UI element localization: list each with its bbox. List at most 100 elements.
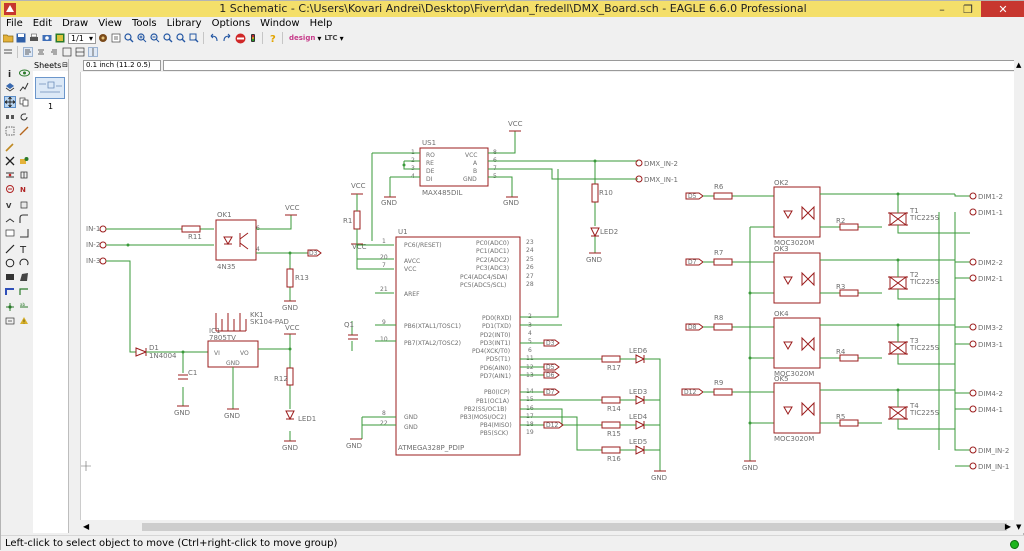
horizontal-scrollbar[interactable]: ◀ ▶ [80, 521, 1014, 533]
info-icon[interactable]: i [4, 67, 16, 79]
mirror-icon[interactable] [4, 111, 16, 123]
title-bar[interactable]: 1 Schematic - C:\Users\Kovari Andrei\Des… [1, 1, 1024, 17]
zoom-out-icon[interactable] [149, 32, 161, 44]
replace-icon[interactable] [4, 183, 16, 195]
value-icon[interactable]: V [4, 199, 16, 211]
maximize-button[interactable]: ❐ [955, 1, 981, 17]
pinswap-icon[interactable] [4, 169, 16, 181]
align-top-icon[interactable] [61, 46, 73, 58]
align-bottom-icon[interactable] [87, 46, 99, 58]
minimize-button[interactable]: – [929, 1, 955, 17]
bus-icon[interactable] [4, 285, 16, 297]
align-middle-icon[interactable] [74, 46, 86, 58]
t3-value: TIC225S [909, 344, 940, 352]
go-icon[interactable] [247, 32, 259, 44]
change-icon[interactable] [18, 125, 30, 137]
invoke-icon[interactable] [4, 227, 16, 239]
vertical-scrollbar[interactable]: ▲ ▼ [1014, 59, 1024, 533]
show-eye-icon[interactable] [18, 67, 30, 79]
command-line-input[interactable] [163, 60, 1021, 71]
menu-view[interactable]: View [93, 17, 127, 31]
display-layers-icon[interactable] [4, 81, 16, 93]
chevron-down-icon[interactable]: ▾ [340, 34, 344, 43]
cam-icon[interactable] [41, 32, 53, 44]
menu-options[interactable]: Options [207, 17, 256, 31]
close-button[interactable]: ✕ [981, 1, 1024, 17]
help-icon[interactable]: ? [267, 32, 279, 44]
add-icon[interactable] [18, 155, 30, 167]
name-icon[interactable]: N [18, 183, 30, 195]
ltc-spice-logo[interactable]: LTC [324, 34, 337, 42]
arc-icon[interactable] [18, 257, 30, 269]
scroll-down-icon[interactable]: ▼ [1016, 523, 1021, 531]
open-icon[interactable] [2, 32, 14, 44]
menu-library[interactable]: Library [162, 17, 207, 31]
schematic-drawing[interactable]: .w { stroke: #3a9a3a; stroke-width: 1; f… [81, 72, 1014, 520]
text-icon[interactable]: T [18, 243, 30, 255]
us1-pin-de: DE [426, 168, 435, 175]
align-right-icon[interactable] [48, 46, 60, 58]
net-icon[interactable] [18, 285, 30, 297]
align-left-icon[interactable] [22, 46, 34, 58]
schematic-canvas[interactable]: .w { stroke: #3a9a3a; stroke-width: 1; f… [80, 72, 1014, 520]
rect-icon[interactable] [4, 271, 16, 283]
copy-icon[interactable] [18, 96, 30, 108]
zoom-fit-icon[interactable] [123, 32, 135, 44]
scroll-up-icon[interactable]: ▲ [1016, 61, 1021, 69]
redo-icon[interactable] [221, 32, 233, 44]
sheet-thumbnail[interactable] [35, 77, 65, 99]
menu-help[interactable]: Help [305, 17, 338, 31]
zoom-select-icon[interactable] [175, 32, 187, 44]
us1-pin-b: B [473, 168, 477, 175]
script-icon[interactable] [110, 32, 122, 44]
stop-icon[interactable] [234, 32, 246, 44]
split-icon[interactable] [4, 213, 16, 225]
delete-icon[interactable] [4, 155, 16, 167]
undo-icon[interactable] [208, 32, 220, 44]
menu-window[interactable]: Window [255, 17, 304, 31]
move-icon[interactable] [4, 96, 16, 108]
pin-icon[interactable]: ⊟ [62, 61, 68, 69]
print-icon[interactable] [28, 32, 40, 44]
wire-icon[interactable] [4, 243, 16, 255]
layer-display-icon[interactable] [2, 46, 14, 58]
board-switch-icon[interactable] [54, 32, 66, 44]
rotate-icon[interactable] [18, 111, 30, 123]
circle-icon[interactable] [4, 257, 16, 269]
triac-t4 [888, 406, 908, 420]
attribute-icon[interactable] [4, 315, 16, 327]
sheet-select[interactable]: 1/1 ▾ [68, 32, 96, 44]
zoom-area-icon[interactable] [188, 32, 200, 44]
u1-num-10: 10 [380, 336, 388, 343]
smash-icon[interactable] [18, 199, 30, 211]
menu-draw[interactable]: Draw [57, 17, 93, 31]
design-link-logo[interactable]: design [289, 34, 315, 42]
menu-tools[interactable]: Tools [127, 17, 162, 31]
zoom-in-icon[interactable] [136, 32, 148, 44]
chevron-down-icon: ▾ [88, 33, 93, 43]
erc-icon[interactable]: ! [18, 315, 30, 327]
horizontal-scroll-thumb[interactable] [142, 523, 1007, 531]
menu-edit[interactable]: Edit [28, 17, 57, 31]
chevron-down-icon[interactable]: ▾ [317, 34, 321, 43]
dmx-label-2: DMX_IN-2 [644, 160, 678, 168]
u1-pin-pb2: PB2(SS/OC1B) [464, 406, 507, 413]
miter-icon[interactable] [18, 213, 30, 225]
junction-icon[interactable] [4, 301, 16, 313]
input-pad-1 [99, 225, 107, 233]
save-icon[interactable] [15, 32, 27, 44]
mark-icon[interactable] [18, 81, 30, 93]
gateswap-icon[interactable] [18, 169, 30, 181]
scroll-left-icon[interactable]: ◀ [83, 522, 89, 531]
polygon-icon[interactable] [18, 271, 30, 283]
scroll-right-icon[interactable]: ▶ [1005, 522, 1011, 531]
ulp-icon[interactable] [97, 32, 109, 44]
input-pad-2 [99, 241, 107, 249]
menu-file[interactable]: File [1, 17, 28, 31]
group-icon[interactable] [4, 125, 16, 137]
paste-icon[interactable] [4, 141, 16, 153]
label-icon[interactable]: ab [18, 301, 30, 313]
optimize-icon[interactable] [18, 227, 30, 239]
align-center-icon[interactable] [35, 46, 47, 58]
zoom-redraw-icon[interactable] [162, 32, 174, 44]
